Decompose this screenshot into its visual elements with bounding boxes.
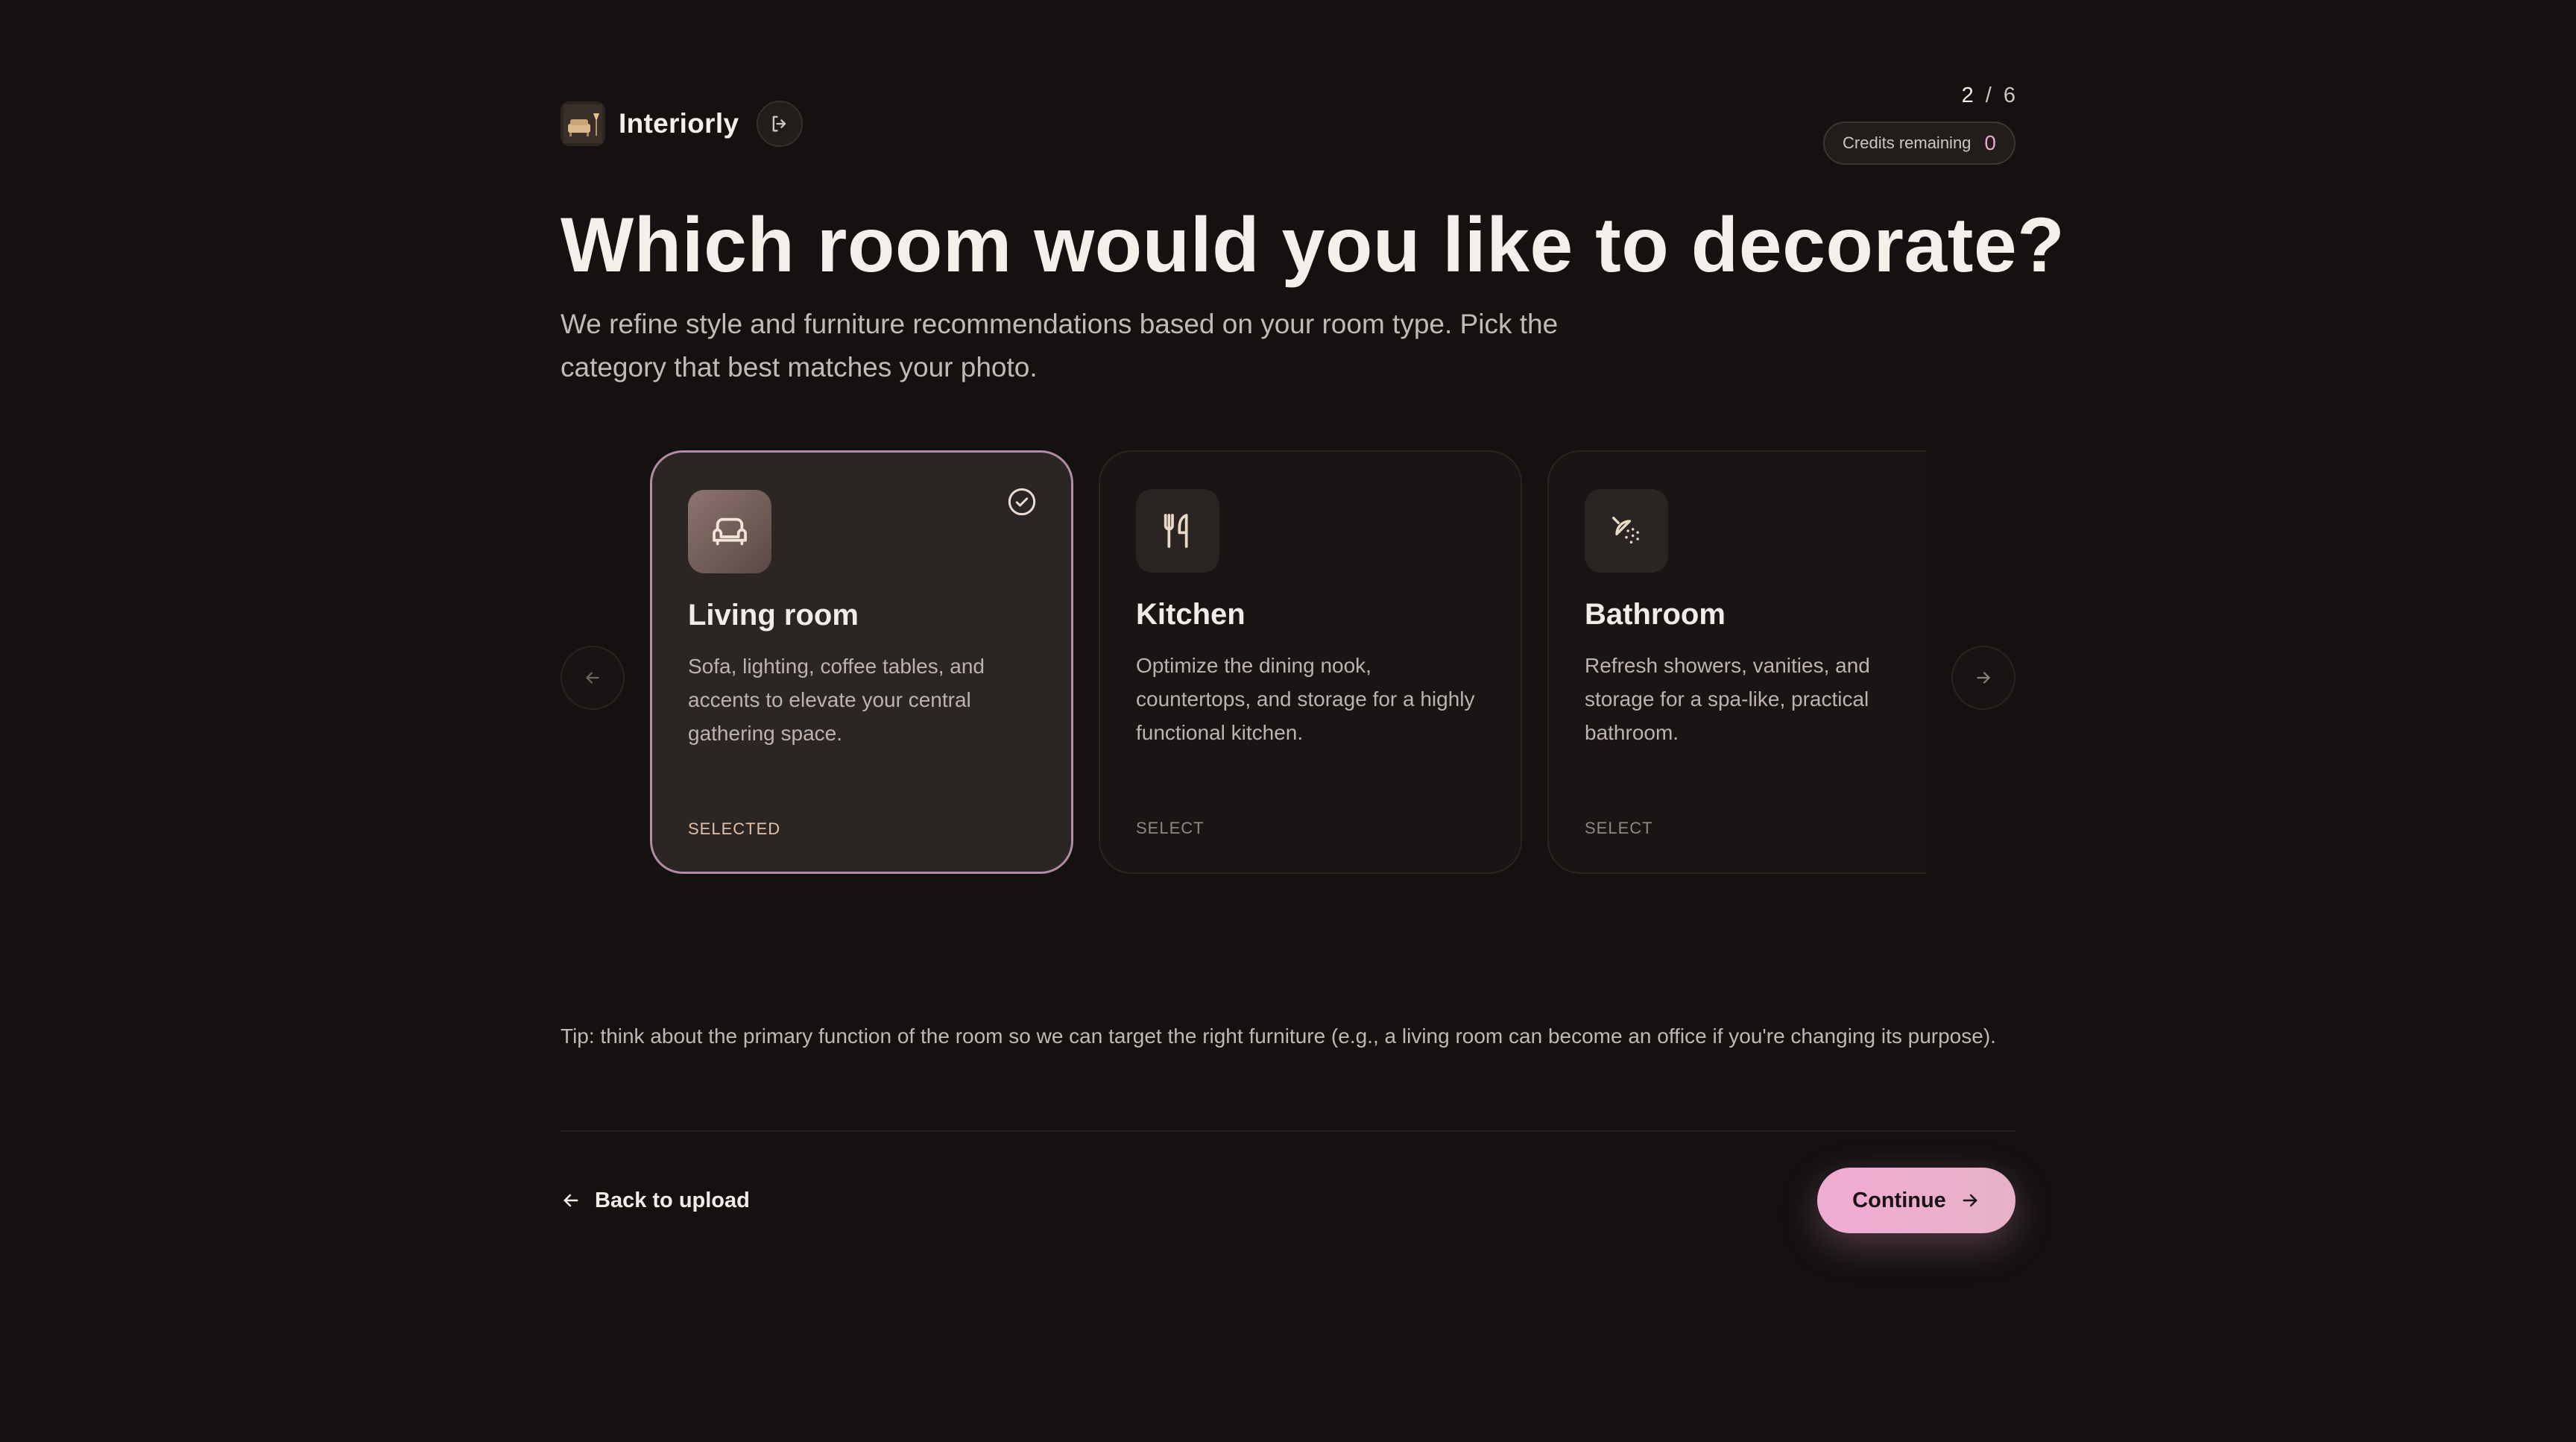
- room-card-icon: [1585, 489, 1668, 573]
- step-total: 6: [2003, 84, 2015, 107]
- arrow-left-icon: [564, 1194, 578, 1207]
- room-card-status: SELECT: [1136, 819, 1205, 837]
- app-name: Interiorly: [619, 108, 739, 139]
- page-title: Which room would you like to decorate?: [561, 202, 2065, 289]
- check-circle-icon: [1008, 488, 1036, 516]
- room-card-kitchen[interactable]: Kitchen Optimize the dining nook, counte…: [1099, 450, 1522, 874]
- room-card-living-room[interactable]: Living room Sofa, lighting, coffee table…: [650, 450, 1073, 874]
- back-to-upload-link[interactable]: Back to upload: [561, 1183, 750, 1218]
- arrow-right-icon: [1963, 1194, 1977, 1207]
- room-card-description: Optimize the dining nook, countertops, a…: [1136, 654, 1475, 744]
- arrow-left-icon: [586, 672, 599, 684]
- room-card-description: Sofa, lighting, coffee tables, and accen…: [688, 655, 985, 745]
- back-label: Back to upload: [595, 1188, 750, 1212]
- room-card-icon: [1136, 489, 1219, 573]
- room-card-title: Bathroom: [1585, 598, 1726, 631]
- shower-icon: [1611, 516, 1639, 544]
- credits-value: 0: [1984, 131, 1996, 154]
- room-carousel: Living room Sofa, lighting, coffee table…: [650, 450, 1926, 877]
- arrow-right-icon: [1977, 672, 1990, 684]
- step-separator: /: [1985, 84, 1992, 107]
- footer-divider: [561, 1130, 2015, 1132]
- logout-button[interactable]: [757, 101, 804, 147]
- carousel-prev-button[interactable]: [561, 646, 625, 710]
- room-selection-page: Interiorly 2 / 6 Credits remaining 0 Whi…: [561, 0, 2065, 1442]
- room-card-status: SELECTED: [688, 819, 781, 838]
- utensils-icon: [1164, 514, 1188, 548]
- room-card-icon: [688, 490, 771, 573]
- logout-icon: [772, 116, 786, 132]
- room-card-title: Living room: [688, 599, 859, 632]
- page-subtitle: We refine style and furniture recommenda…: [561, 309, 1559, 382]
- brand: Interiorly: [561, 101, 804, 147]
- room-card-title: Kitchen: [1136, 598, 1246, 631]
- continue-label: Continue: [1852, 1188, 1946, 1212]
- sofa-icon: [713, 517, 747, 546]
- room-card-status: SELECT: [1585, 819, 1653, 837]
- room-card-description: Refresh showers, vanities, and storage f…: [1585, 654, 1870, 744]
- step-current: 2: [1961, 84, 1974, 107]
- carousel-next-button[interactable]: [1951, 646, 2015, 710]
- step-indicator: 2 / 6: [1962, 84, 2015, 108]
- header: Interiorly 2 / 6 Credits remaining 0: [561, 75, 2015, 179]
- room-card-bathroom[interactable]: Bathroom Refresh showers, vanities, and …: [1547, 450, 1926, 874]
- credits-label: Credits remaining: [1843, 133, 1972, 152]
- tip-text: Tip: think about the primary function of…: [561, 1024, 1996, 1048]
- credits-badge: Credits remaining 0: [1823, 122, 2015, 165]
- app-logo: [561, 101, 605, 146]
- continue-button[interactable]: Continue: [1817, 1168, 2015, 1233]
